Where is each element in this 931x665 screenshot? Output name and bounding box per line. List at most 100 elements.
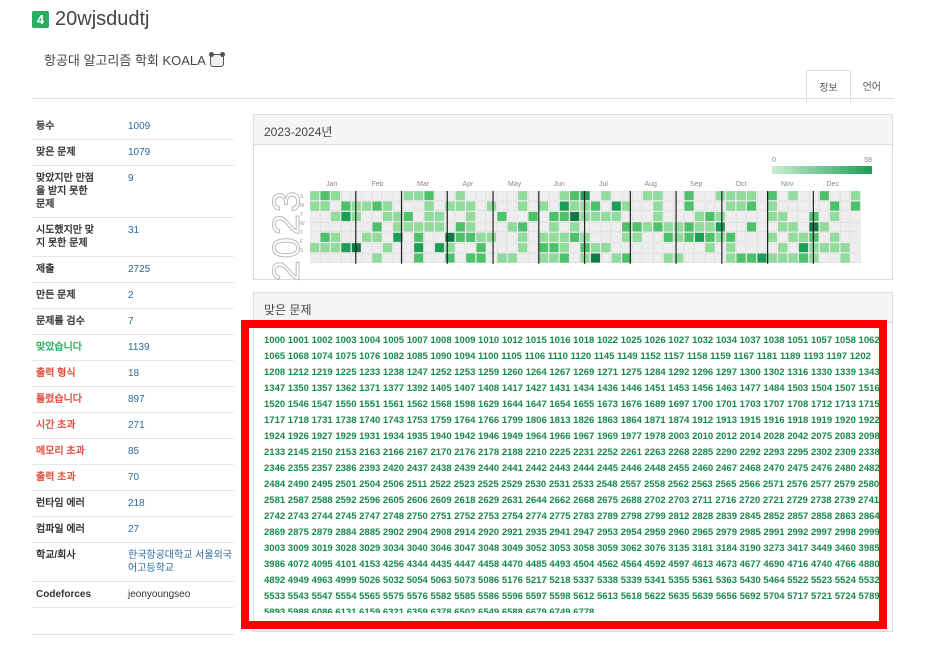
heatmap-cell[interactable] xyxy=(611,201,622,211)
problem-link[interactable]: 1010 xyxy=(478,335,499,346)
heatmap-cell[interactable] xyxy=(341,253,351,264)
heatmap-cell[interactable] xyxy=(601,253,611,264)
problem-link[interactable]: 6588 xyxy=(502,607,523,613)
problem-link[interactable]: 2754 xyxy=(502,511,523,522)
problem-link[interactable]: 1764 xyxy=(454,415,475,426)
problem-link[interactable]: 1708 xyxy=(787,399,808,410)
problem-link[interactable]: 2729 xyxy=(787,495,808,506)
heatmap-cell[interactable] xyxy=(819,253,830,264)
problem-link[interactable]: 2437 xyxy=(407,463,428,474)
heatmap-cell[interactable] xyxy=(767,242,778,253)
heatmap-cell[interactable] xyxy=(590,211,601,222)
problem-link[interactable]: 1655 xyxy=(573,399,594,410)
heatmap-cell[interactable] xyxy=(424,222,435,232)
heatmap-cell[interactable] xyxy=(840,222,851,232)
problem-link[interactable]: 5522 xyxy=(787,575,808,586)
problem-link[interactable]: 1015 xyxy=(526,335,547,346)
problem-link[interactable]: 1025 xyxy=(621,335,642,346)
problem-link[interactable]: 3040 xyxy=(407,543,428,554)
problem-link[interactable]: 1269 xyxy=(573,367,594,378)
problem-link[interactable]: 3059 xyxy=(597,543,618,554)
heatmap-cell[interactable] xyxy=(548,253,559,264)
heatmap-cell[interactable] xyxy=(361,211,372,222)
heatmap-cell[interactable] xyxy=(559,201,570,211)
problem-link[interactable]: 1057 xyxy=(811,335,832,346)
problem-link[interactable]: 1018 xyxy=(573,335,594,346)
problem-link[interactable]: 2609 xyxy=(430,495,451,506)
heatmap-cell[interactable] xyxy=(642,253,653,264)
heatmap-cell[interactable] xyxy=(694,201,705,211)
problem-link[interactable]: 2501 xyxy=(335,479,356,490)
heatmap-cell[interactable] xyxy=(476,201,486,211)
heatmap-cell[interactable] xyxy=(829,211,840,222)
heatmap-cell[interactable] xyxy=(330,232,341,243)
heatmap-cell[interactable] xyxy=(413,253,424,264)
heatmap-cell[interactable] xyxy=(486,211,497,222)
problem-link[interactable]: 2468 xyxy=(740,463,761,474)
heatmap-cell[interactable] xyxy=(611,222,622,232)
stat-value[interactable]: 1009 xyxy=(96,120,234,133)
problem-link[interactable]: 5597 xyxy=(526,591,547,602)
problem-link[interactable]: 1297 xyxy=(716,367,737,378)
heatmap-cell[interactable] xyxy=(413,191,424,201)
problem-link[interactable]: 2711 xyxy=(692,495,713,506)
problem-link[interactable]: 2476 xyxy=(811,463,832,474)
problem-link[interactable]: 1058 xyxy=(835,335,856,346)
problem-link[interactable]: 2484 xyxy=(264,479,285,490)
problem-link[interactable]: 2618 xyxy=(454,495,475,506)
heatmap-cell[interactable] xyxy=(424,242,435,253)
problem-link[interactable]: 5721 xyxy=(811,591,832,602)
heatmap-cell[interactable] xyxy=(465,242,476,253)
heatmap-cell[interactable] xyxy=(310,253,320,264)
heatmap-cell[interactable] xyxy=(538,211,549,222)
problem-link[interactable]: 1863 xyxy=(597,415,618,426)
heatmap-cell[interactable] xyxy=(424,253,435,264)
heatmap-cell[interactable] xyxy=(476,232,486,243)
problem-link[interactable]: 5523 xyxy=(811,575,832,586)
heatmap-cell[interactable] xyxy=(632,222,642,232)
heatmap-cell[interactable] xyxy=(694,211,705,222)
problem-link[interactable]: 2954 xyxy=(621,527,642,538)
problem-link[interactable]: 1477 xyxy=(740,383,761,394)
problem-link[interactable]: 1347 xyxy=(264,383,285,394)
heatmap-cell[interactable] xyxy=(788,253,798,264)
heatmap-cell[interactable] xyxy=(684,232,694,243)
problem-link[interactable]: 4447 xyxy=(454,559,475,570)
heatmap-cell[interactable] xyxy=(434,222,445,232)
problem-link[interactable]: 2752 xyxy=(454,511,475,522)
problem-link[interactable]: 3273 xyxy=(763,543,784,554)
problem-link[interactable]: 1032 xyxy=(692,335,713,346)
problem-link[interactable]: 1233 xyxy=(359,367,380,378)
problem-link[interactable]: 1806 xyxy=(526,415,547,426)
problem-link[interactable]: 5717 xyxy=(787,591,808,602)
heatmap-cell[interactable] xyxy=(372,191,383,201)
problem-link[interactable]: 2941 xyxy=(549,527,570,538)
heatmap-cell[interactable] xyxy=(465,222,476,232)
heatmap-cell[interactable] xyxy=(559,232,570,243)
heatmap-cell[interactable] xyxy=(840,211,851,222)
heatmap-cell[interactable] xyxy=(382,242,393,253)
heatmap-cell[interactable] xyxy=(320,222,330,232)
problem-link[interactable]: 2393 xyxy=(359,463,380,474)
heatmap-cell[interactable] xyxy=(310,191,320,201)
heatmap-cell[interactable] xyxy=(840,242,851,253)
heatmap-cell[interactable] xyxy=(372,253,383,264)
heatmap-cell[interactable] xyxy=(528,211,538,222)
problem-link[interactable]: 2441 xyxy=(502,463,523,474)
problem-link[interactable]: 1446 xyxy=(621,383,642,394)
problem-link[interactable]: 2580 xyxy=(858,479,879,490)
heatmap-cell[interactable] xyxy=(372,211,383,222)
heatmap-cell[interactable] xyxy=(465,201,476,211)
problem-link[interactable]: 1940 xyxy=(430,431,451,442)
heatmap-cell[interactable] xyxy=(632,253,642,264)
heatmap-cell[interactable] xyxy=(642,191,653,201)
heatmap-cell[interactable] xyxy=(819,201,830,211)
problem-link[interactable]: 2145 xyxy=(288,447,309,458)
problem-link[interactable]: 2446 xyxy=(621,463,642,474)
problem-link[interactable]: 1436 xyxy=(597,383,618,394)
problem-link[interactable]: 1546 xyxy=(288,399,309,410)
problem-link[interactable]: 5789 xyxy=(859,591,880,602)
problem-link[interactable]: 2579 xyxy=(834,479,855,490)
problem-link[interactable]: 2716 xyxy=(715,495,736,506)
heatmap-cell[interactable] xyxy=(486,201,497,211)
